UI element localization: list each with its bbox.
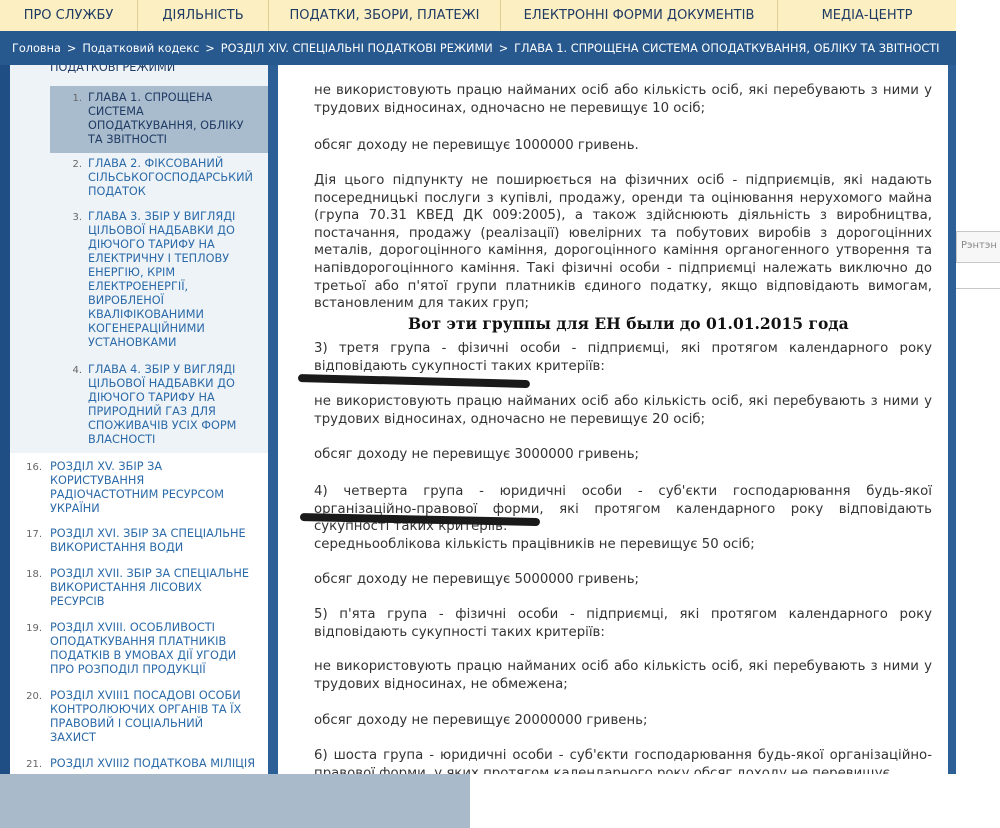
breadcrumb-separator: > (66, 41, 77, 55)
paragraph: обсяг доходу не перевищує 3000000 гривен… (314, 447, 640, 462)
nav-activity[interactable]: ДІЯЛЬНІСТЬ (138, 0, 269, 31)
sidebar-item-section-17[interactable]: 18. РОЗДІЛ XVII. ЗБІР ЗА СПЕЦІАЛЬНЕ ВИКО… (10, 567, 268, 611)
paragraph: обсяг доходу не перевищує 5000000 гривен… (314, 572, 640, 587)
sidebar-item-number: 2. (72, 159, 82, 170)
sidebar-item-label: ГЛАВА 1. СПРОЩЕНА СИСТЕМА ОПОДАТКУВАННЯ,… (88, 91, 244, 146)
handwritten-note: Вот эти группы для ЕН были до 01.01.2015… (408, 314, 849, 333)
nav-about[interactable]: ПРО СЛУЖБУ (0, 0, 138, 31)
sidebar-item-label: РОЗДІЛ XVII. ЗБІР ЗА СПЕЦІАЛЬНЕ ВИКОРИСТ… (50, 567, 250, 608)
sidebar-item-number: 17. (26, 529, 42, 540)
article-content: не використовують працю найманих осіб аб… (278, 65, 948, 774)
sidebar-parent-label[interactable]: ПОДАТКОВІ РЕЖИМИ (50, 65, 175, 74)
background-panel (0, 774, 470, 828)
sidebar-item-section-18-2[interactable]: 21. РОЗДІЛ XVIII2 ПОДАТКОВА МІЛІЦІЯ (10, 757, 268, 773)
sidebar-item-label: РОЗДІЛ XVI. ЗБІР ЗА СПЕЦІАЛЬНЕ ВИКОРИСТА… (50, 527, 246, 554)
sidebar-item-label: РОЗДІЛ XVIII2 ПОДАТКОВА МІЛІЦІЯ (50, 757, 256, 770)
breadcrumb-tax-code[interactable]: Податковий кодекс (82, 42, 199, 55)
paragraph: 3) третя група - фізичні особи - підприє… (314, 341, 932, 374)
sidebar-item-label: РОЗДІЛ XVIII. ОСОБЛИВОСТІ ОПОДАТКУВАННЯ … (50, 621, 237, 676)
sidebar-item-number: 16. (26, 462, 42, 473)
main-frame: ПОДАТКОВІ РЕЖИМИ 1. ГЛАВА 1. СПРОЩЕНА СИ… (0, 65, 956, 774)
paragraph: обсяг доходу не перевищує 20000000 гриве… (314, 713, 648, 728)
nav-eforms[interactable]: ЕЛЕКТРОННІ ФОРМИ ДОКУМЕНТІВ (501, 0, 778, 31)
paragraph: 4) четверта група - юридичні особи - суб… (314, 484, 932, 535)
breadcrumb-home[interactable]: Головна (12, 42, 61, 55)
breadcrumb: Головна > Податковий кодекс > РОЗДІЛ XIV… (0, 31, 956, 65)
background-divider (956, 288, 1000, 289)
sidebar-item-label: РОЗДІЛ XVIII1 ПОСАДОВІ ОСОБИ КОНТРОЛЮЮЧИ… (50, 689, 242, 744)
sidebar-item-label: ГЛАВА 4. ЗБІР У ВИГЛЯДІ ЦІЛЬОВОЇ НАДБАВК… (88, 363, 237, 446)
paragraph: 6) шоста група - юридичні особи - суб'єк… (314, 748, 932, 774)
sidebar-item-section-15[interactable]: 16. РОЗДІЛ XV. ЗБІР ЗА КОРИСТУВАННЯ РАДІ… (10, 460, 268, 518)
scribble-mark (297, 374, 531, 389)
sidebar-subitem-chapter-1[interactable]: 1. ГЛАВА 1. СПРОЩЕНА СИСТЕМА ОПОДАТКУВАН… (10, 91, 268, 151)
sidebar-subitem-chapter-2[interactable]: 2. ГЛАВА 2. ФІКСОВАНИЙ СІЛЬСЬКОГОСПОДАРС… (10, 157, 268, 201)
left-border-strip (0, 65, 10, 774)
paragraph: не використовують працю найманих осіб аб… (314, 659, 932, 692)
paragraph: обсяг доходу не перевищує 1000000 гривен… (314, 138, 639, 153)
sidebar-item-section-16[interactable]: 17. РОЗДІЛ XVI. ЗБІР ЗА СПЕЦІАЛЬНЕ ВИКОР… (10, 527, 268, 557)
sidebar-item-number: 19. (26, 623, 42, 634)
sidebar-subitem-chapter-4[interactable]: 4. ГЛАВА 4. ЗБІР У ВИГЛЯДІ ЦІЛЬОВОЇ НАДБ… (10, 363, 268, 447)
sidebar-item-number: 20. (26, 691, 42, 702)
breadcrumb-separator: > (205, 41, 215, 55)
breadcrumb-section[interactable]: РОЗДІЛ XIV. СПЕЦІАЛЬНІ ПОДАТКОВІ РЕЖИМИ (221, 42, 493, 55)
breadcrumb-current: ГЛАВА 1. СПРОЩЕНА СИСТЕМА ОПОДАТКУВАННЯ,… (514, 41, 940, 55)
sidebar-item-number: 1. (72, 93, 82, 104)
sidebar-item-number: 18. (26, 569, 42, 580)
background-window-field: Рэнтэн (956, 231, 1000, 263)
sidebar: ПОДАТКОВІ РЕЖИМИ 1. ГЛАВА 1. СПРОЩЕНА СИ… (10, 65, 268, 774)
sidebar-item-number: 4. (72, 365, 82, 376)
sidebar-item-section-18[interactable]: 19. РОЗДІЛ XVIII. ОСОБЛИВОСТІ ОПОДАТКУВА… (10, 621, 268, 679)
sidebar-item-number: 21. (26, 759, 42, 770)
breadcrumb-separator: > (498, 41, 509, 55)
sidebar-item-number: 3. (72, 212, 82, 223)
nav-media[interactable]: МЕДІА-ЦЕНТР (778, 0, 956, 31)
top-navigation: ПРО СЛУЖБУ ДІЯЛЬНІСТЬ ПОДАТКИ, ЗБОРИ, ПЛ… (0, 0, 956, 32)
sidebar-item-label: РОЗДІЛ XV. ЗБІР ЗА КОРИСТУВАННЯ РАДІОЧАС… (50, 460, 224, 515)
paragraph: 5) п'ята група - фізичні особи - підприє… (314, 607, 932, 640)
paragraph: середньооблікова кількість працівників н… (314, 537, 755, 552)
nav-taxes[interactable]: ПОДАТКИ, ЗБОРИ, ПЛАТЕЖІ (269, 0, 501, 31)
sidebar-subitem-chapter-3[interactable]: 3. ГЛАВА 3. ЗБІР У ВИГЛЯДІ ЦІЛЬОВОЇ НАДБ… (10, 210, 268, 350)
sidebar-item-label: ГЛАВА 2. ФІКСОВАНИЙ СІЛЬСЬКОГОСПОДАРСЬКИ… (88, 157, 253, 198)
sidebar-item-section-18-1[interactable]: 20. РОЗДІЛ XVIII1 ПОСАДОВІ ОСОБИ КОНТРОЛ… (10, 689, 268, 747)
paragraph: не використовують працю найманих осіб аб… (314, 394, 932, 427)
sidebar-item-label: ГЛАВА 3. ЗБІР У ВИГЛЯДІ ЦІЛЬОВОЇ НАДБАВК… (88, 210, 236, 349)
paragraph: Дія цього підпункту не поширюється на фі… (314, 173, 932, 312)
paragraph: не використовують працю найманих осіб аб… (314, 83, 932, 116)
